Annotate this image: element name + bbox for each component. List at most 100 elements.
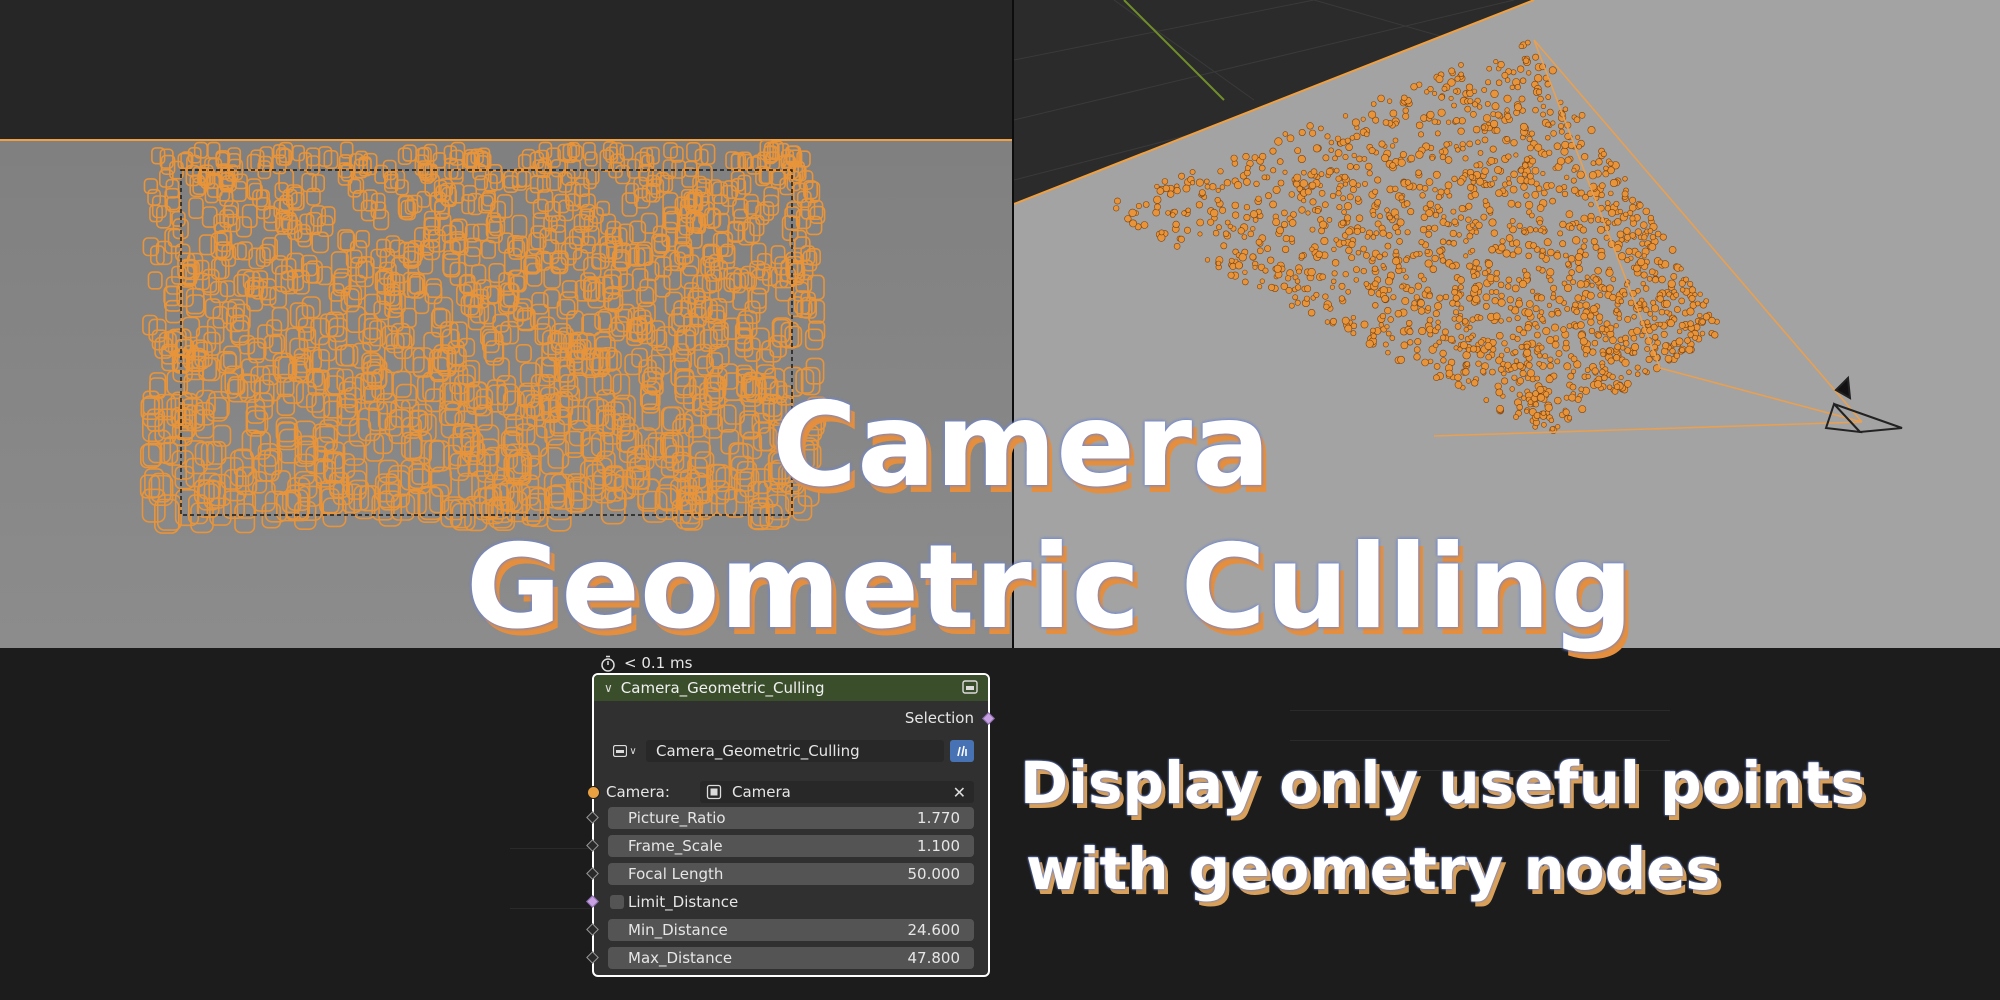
point-instance <box>1406 320 1413 327</box>
point-instance <box>1392 185 1399 192</box>
node-group-name-field[interactable]: Camera_Geometric_Culling <box>646 740 944 762</box>
point-instance <box>1546 108 1554 116</box>
point-instance <box>1288 219 1297 227</box>
point-instance <box>1562 339 1570 347</box>
point-instance <box>1606 384 1613 390</box>
max-distance-value: 47.800 <box>907 949 961 967</box>
point-instance <box>1535 88 1543 96</box>
point-instance <box>1667 279 1676 288</box>
point-instance <box>1594 267 1602 275</box>
point-instance <box>1301 198 1307 204</box>
point-instance <box>1452 117 1460 125</box>
point-instance <box>1651 276 1659 284</box>
point-instance <box>1588 327 1596 335</box>
point-instance <box>1362 251 1370 259</box>
point-instance <box>1448 95 1454 101</box>
point-instance <box>1579 337 1588 346</box>
point-instance <box>1338 295 1346 302</box>
point-instance <box>1219 206 1227 214</box>
point-instance <box>1481 167 1489 175</box>
point-instance <box>1439 349 1447 358</box>
point-instance <box>1684 337 1691 344</box>
point-instance <box>1608 190 1614 197</box>
point-instance <box>1456 232 1462 238</box>
point-instance <box>1471 101 1478 108</box>
point-instance <box>1222 230 1230 237</box>
point-instance <box>1463 326 1469 333</box>
point-instance <box>1486 65 1493 72</box>
point-instance <box>1545 121 1551 128</box>
point-instance <box>1570 279 1576 285</box>
geometry-node[interactable]: ∨ Camera_Geometric_Culling Selection ∨ C… <box>586 673 995 977</box>
point-instance <box>1398 194 1405 201</box>
point-instance <box>1288 191 1295 198</box>
point-instance <box>1360 116 1366 122</box>
point-instance <box>1484 101 1491 107</box>
point-instance <box>1228 257 1235 264</box>
point-instance <box>1649 234 1657 241</box>
chevron-down-icon[interactable]: ∨ <box>604 681 613 695</box>
focal-length-field[interactable]: Focal Length 50.000 <box>608 863 974 885</box>
limit-distance-checkbox[interactable] <box>610 895 624 909</box>
point-instance <box>1566 415 1573 421</box>
point-instance <box>1437 108 1446 117</box>
point-instance <box>1535 185 1543 192</box>
point-instance <box>1197 231 1203 237</box>
point-instance <box>1458 205 1466 213</box>
point-instance <box>1472 295 1481 304</box>
point-instance <box>1622 176 1628 182</box>
y-axis-line <box>1123 0 1225 101</box>
point-instance <box>1341 173 1349 181</box>
point-instance <box>1678 266 1684 272</box>
point-instance <box>1259 278 1265 284</box>
point-instance <box>1389 335 1396 341</box>
point-instance <box>1400 341 1409 350</box>
point-instance <box>1493 269 1500 277</box>
point-instance <box>1392 257 1401 266</box>
point-instance <box>1378 322 1384 328</box>
point-instance <box>1332 155 1338 162</box>
camera-object-field[interactable]: Camera ✕ <box>700 781 974 803</box>
node-editor-panel[interactable] <box>0 648 2000 1000</box>
min-distance-field[interactable]: Min_Distance 24.600 <box>608 919 974 941</box>
point-instance <box>1433 363 1441 370</box>
frame-scale-field[interactable]: Frame_Scale 1.100 <box>608 835 974 857</box>
point-instance <box>1353 277 1359 283</box>
point-instance <box>1545 94 1552 100</box>
point-instance <box>1420 213 1428 221</box>
point-instance <box>1489 145 1497 153</box>
point-instance <box>1424 259 1433 268</box>
point-instance <box>1463 253 1469 259</box>
point-instance <box>1509 185 1518 194</box>
point-instance <box>1381 251 1388 258</box>
point-instance <box>1165 210 1171 216</box>
node-group-type-dropdown[interactable]: ∨ <box>608 740 642 762</box>
node-group-icon[interactable] <box>962 680 978 694</box>
point-instance <box>1504 107 1510 113</box>
clear-icon[interactable]: ✕ <box>953 783 966 802</box>
point-instance <box>1522 57 1530 64</box>
point-instance <box>1129 219 1137 228</box>
point-instance <box>1647 310 1654 317</box>
point-instance <box>1565 210 1574 218</box>
fake-user-button[interactable] <box>950 740 974 762</box>
picture-ratio-field[interactable]: Picture_Ratio 1.770 <box>608 807 974 829</box>
point-instance <box>1181 210 1187 216</box>
point-instance <box>1495 79 1503 86</box>
point-instance <box>1580 214 1589 223</box>
point-instance <box>1324 319 1331 325</box>
max-distance-field[interactable]: Max_Distance 47.800 <box>608 947 974 969</box>
point-instance <box>1572 236 1581 245</box>
point-instance <box>1158 229 1165 236</box>
point-instance <box>1647 214 1655 222</box>
point-instance <box>1694 300 1701 307</box>
point-instance <box>1546 268 1555 277</box>
point-instance <box>1475 360 1482 367</box>
point-instance <box>1318 227 1325 235</box>
point-instance <box>1244 165 1251 171</box>
point-instance <box>1450 208 1457 215</box>
point-instance <box>1449 263 1456 270</box>
point-instance <box>1353 164 1360 171</box>
node-header[interactable]: ∨ Camera_Geometric_Culling <box>594 675 988 701</box>
point-instance <box>1360 245 1367 253</box>
